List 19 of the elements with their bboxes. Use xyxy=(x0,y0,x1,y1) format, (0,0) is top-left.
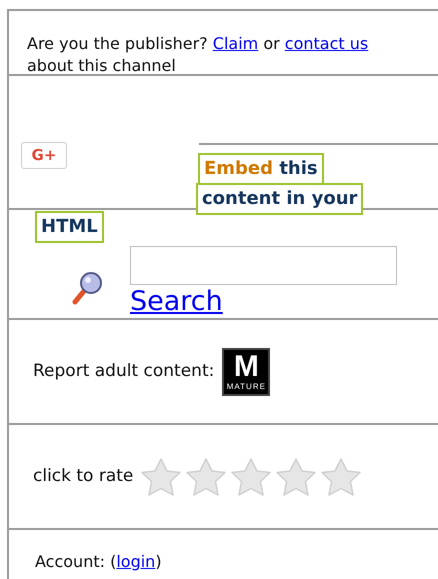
account-text: Account: (login) xyxy=(35,551,163,573)
embed-heading-box: Embed this xyxy=(198,153,324,185)
star-icon[interactable] xyxy=(139,456,184,496)
embed-heading-box: content in your xyxy=(196,183,364,215)
embed-heading-box: HTML xyxy=(35,211,104,243)
login-link[interactable]: login xyxy=(116,552,156,571)
publisher-notice: Are you the publisher? Claim or contact us about this channel xyxy=(27,33,370,77)
report-label: Report adult content: xyxy=(33,360,214,383)
star-icon[interactable] xyxy=(184,456,228,496)
notice-link[interactable]: contact us xyxy=(284,34,368,53)
star-icon[interactable] xyxy=(229,456,274,496)
search-field[interactable] xyxy=(130,246,397,285)
mature-badge[interactable]: M MATURE xyxy=(222,348,270,396)
notice-link[interactable]: Claim xyxy=(212,34,258,53)
rate-label: click to rate xyxy=(33,464,134,488)
google-plus-button[interactable]: G+ xyxy=(21,142,67,169)
star-icon[interactable] xyxy=(319,456,364,496)
search-link[interactable]: Search xyxy=(130,285,223,319)
star-icon[interactable] xyxy=(274,456,318,496)
